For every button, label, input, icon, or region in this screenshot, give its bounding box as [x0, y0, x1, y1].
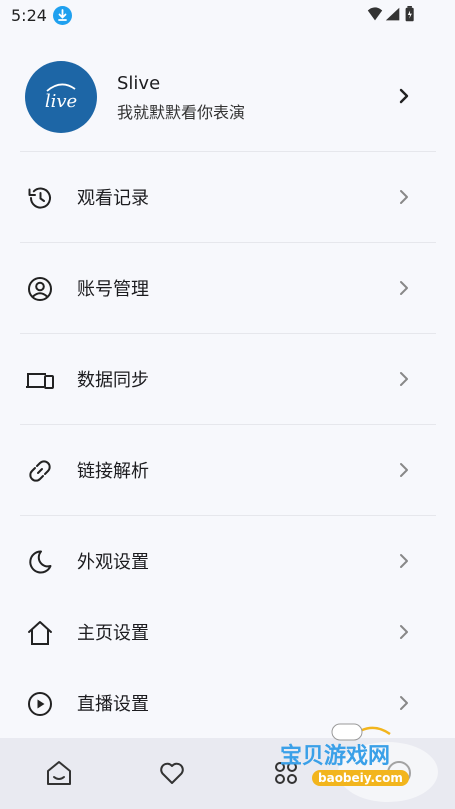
menu-item-account[interactable]: 账号管理 [0, 257, 455, 317]
status-time: 5:24 [11, 6, 47, 25]
menu-item-label: 外观设置 [77, 552, 149, 573]
status-bar: 5:24 [0, 0, 455, 32]
moon-icon [29, 550, 52, 574]
link-icon [29, 460, 51, 482]
watermark-title: 宝贝游戏网 [280, 743, 391, 769]
profile-signature: 我就默默看你表演 [117, 103, 246, 122]
devices-sync-icon [26, 373, 54, 389]
menu-item-label: 数据同步 [77, 370, 149, 391]
chevron-right-icon [399, 88, 409, 104]
chevron-right-icon [400, 190, 408, 204]
avatar-text: live [45, 91, 77, 112]
heart-tab-icon[interactable] [157, 758, 187, 788]
chevron-right-icon [400, 625, 408, 639]
download-icon [53, 6, 72, 25]
chevron-right-icon [400, 554, 408, 568]
menu-item-data-sync[interactable]: 数据同步 [0, 348, 455, 408]
menu-item-label: 观看记录 [77, 188, 149, 209]
menu-item-watch-history[interactable]: 观看记录 [0, 166, 455, 226]
avatar[interactable]: live [25, 61, 97, 133]
profile-name: Slive [117, 73, 161, 94]
divider [20, 515, 436, 516]
watermark-url: baobeiy.com [312, 770, 409, 786]
signal-icon [385, 7, 400, 21]
chevron-right-icon [400, 696, 408, 710]
menu-item-label: 主页设置 [77, 623, 149, 644]
chevron-right-icon [400, 372, 408, 386]
chevron-right-icon [400, 463, 408, 477]
divider [20, 424, 436, 425]
home-outline-icon [28, 621, 52, 645]
menu-item-homepage[interactable]: 主页设置 [0, 601, 455, 661]
profile-header[interactable]: live Slive 我就默默看你表演 [0, 58, 455, 138]
history-icon [28, 187, 51, 209]
home-tab-icon[interactable] [44, 758, 74, 788]
chevron-right-icon [400, 281, 408, 295]
account-icon [28, 277, 52, 301]
menu-item-label: 账号管理 [77, 279, 149, 300]
watermark-logo: 宝贝游戏网 baobeiy.com [280, 720, 450, 806]
menu-item-label: 直播设置 [77, 694, 149, 715]
wifi-icon [367, 7, 383, 21]
divider [20, 242, 436, 243]
divider [20, 151, 436, 152]
menu-item-label: 链接解析 [77, 461, 149, 482]
menu-item-appearance[interactable]: 外观设置 [0, 530, 455, 590]
menu-item-link-parse[interactable]: 链接解析 [0, 439, 455, 499]
divider [20, 333, 436, 334]
play-circle-icon [28, 692, 52, 716]
battery-icon [405, 6, 414, 22]
